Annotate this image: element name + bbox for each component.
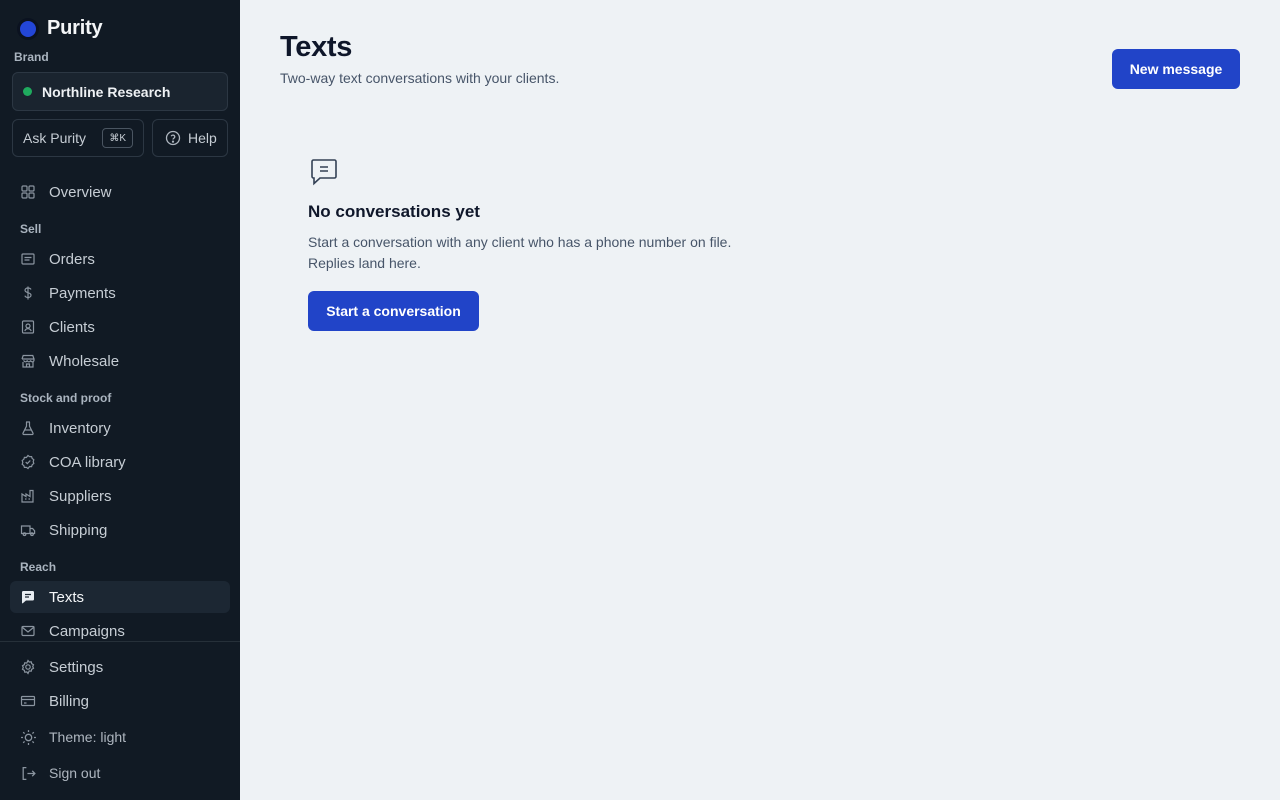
ask-purity-button[interactable]: Ask Purity ⌘K [12,119,144,157]
theme-label: Theme: light [49,729,127,745]
sidebar-item-label: Billing [49,692,90,710]
sidebar-divider [0,641,240,642]
main-content: Texts Two-way text conversations with yo… [240,0,1280,800]
sidebar-item-label: Overview [49,183,112,201]
storefront-icon [21,354,35,368]
theme-toggle[interactable]: Theme: light [10,721,230,753]
brand-name: Northline Research [42,83,171,100]
sidebar-item-shipping[interactable]: Shipping [10,514,230,546]
logo-mark-icon [20,20,36,37]
sidebar-item-label: Payments [49,284,116,302]
shortcut-badge: ⌘K [102,128,133,148]
factory-icon [21,489,34,503]
dollar-icon [24,286,32,300]
sidebar-item-orders[interactable]: Orders [10,243,230,275]
sidebar-item-clients[interactable]: Clients [10,311,230,343]
sidebar-item-coa-library[interactable]: COA library [10,446,230,478]
sidebar-item-label: Inventory [49,419,111,437]
sign-out-label: Sign out [49,765,101,781]
sidebar-item-texts[interactable]: Texts [10,581,230,613]
empty-state-line: Replies land here. [308,255,421,271]
section-stock-and-proof: Stock and proof [20,391,112,405]
sidebar-item-overview[interactable]: Overview [10,176,230,208]
mail-icon [21,625,35,637]
sidebar-item-payments[interactable]: Payments [10,277,230,309]
brand-label: Brand [14,50,49,64]
sidebar-item-label: Wholesale [49,352,120,370]
grid-icon [21,185,35,199]
sidebar-item-label: Texts [49,588,85,606]
status-dot-icon [23,87,32,96]
help-label: Help [188,130,217,146]
ask-purity-label: Ask Purity [23,130,87,146]
sidebar-item-settings[interactable]: Settings [10,651,230,683]
sidebar-item-label: Orders [49,250,95,268]
sidebar-item-label: Campaigns [49,622,125,640]
sidebar-item-inventory[interactable]: Inventory [10,412,230,444]
sign-out-button[interactable]: Sign out [10,757,230,789]
sidebar-item-campaigns[interactable]: Campaigns [10,615,230,647]
section-reach: Reach [20,560,57,574]
app-name: Purity [47,17,103,39]
brand-switcher[interactable]: Northline Research [12,72,228,111]
sidebar-item-label: COA library [49,453,126,471]
app-logo[interactable]: Purity [20,17,103,40]
page-title: Texts [280,31,353,63]
sidebar-item-billing[interactable]: Billing [10,685,230,717]
section-sell: Sell [20,222,42,236]
sidebar-item-label: Settings [49,658,104,676]
gear-icon [21,659,35,675]
empty-state-description: Start a conversation with any client who… [308,232,788,274]
message-square-icon [22,591,34,604]
sidebar: Purity Brand Northline Research Ask Puri… [0,0,240,800]
start-conversation-button[interactable]: Start a conversation [308,291,479,331]
empty-state-line: Start a conversation with any client who… [308,234,732,250]
contact-card-icon [21,320,35,334]
sidebar-item-label: Shipping [49,521,108,539]
credit-card-icon [20,695,36,707]
help-circle-icon [165,130,181,146]
sidebar-item-label: Suppliers [49,487,112,505]
flask-icon [22,421,34,436]
log-out-icon [22,766,36,780]
page-subtitle: Two-way text conversations with your cli… [280,70,560,86]
sidebar-item-label: Clients [49,318,95,336]
empty-state-title: No conversations yet [308,202,480,221]
receipt-icon [21,253,35,265]
sun-icon [21,729,36,745]
sidebar-item-suppliers[interactable]: Suppliers [10,480,230,512]
truck-icon [20,525,36,537]
new-message-button[interactable]: New message [1112,49,1240,89]
badge-check-icon [21,454,35,470]
message-square-icon [311,159,337,186]
help-button[interactable]: Help [152,119,228,157]
sidebar-item-wholesale[interactable]: Wholesale [10,345,230,377]
